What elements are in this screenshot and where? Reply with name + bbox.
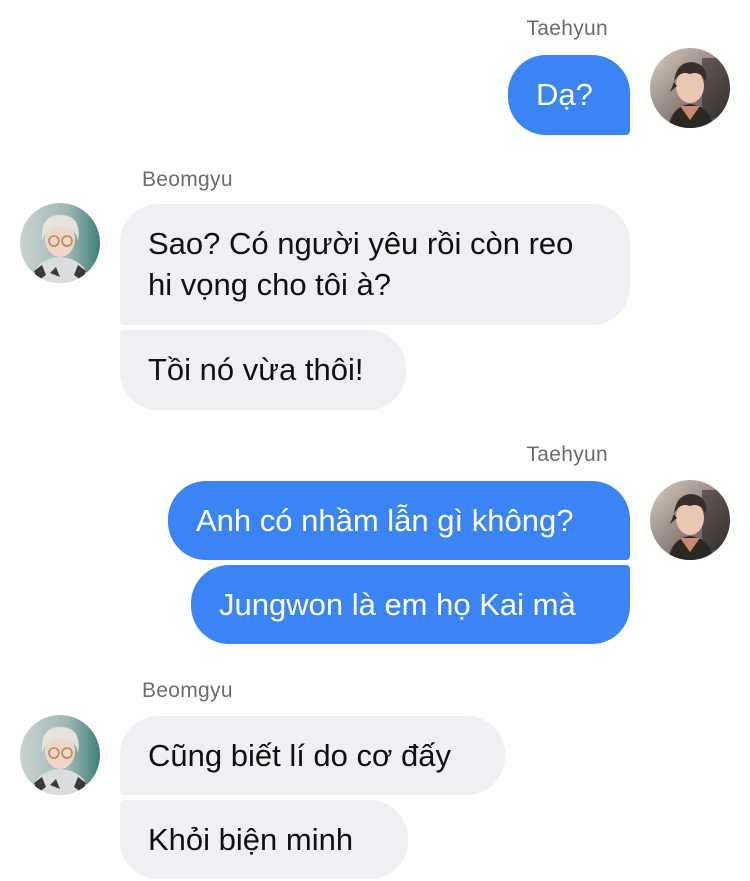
taehyun-avatar-icon[interactable] (650, 480, 730, 560)
message-bubble-sent[interactable]: Dạ? (508, 55, 630, 135)
sender-name: Beomgyu (142, 679, 233, 702)
message-bubble-received[interactable]: Cũng biết lí do cơ đấy (120, 716, 505, 795)
beomgyu-avatar-icon[interactable] (20, 203, 100, 283)
message-bubble-received[interactable]: Tồi nó vừa thôi! (120, 330, 406, 410)
message-bubble-sent[interactable]: Anh có nhầm lẫn gì không? (168, 481, 630, 560)
message-bubble-received[interactable]: Khỏi biện minh (120, 800, 408, 879)
sender-name: Taehyun (526, 17, 608, 40)
message-bubble-sent[interactable]: Jungwon là em họ Kai mà (191, 565, 630, 644)
taehyun-avatar-icon[interactable] (650, 48, 730, 128)
sender-name: Beomgyu (142, 168, 233, 191)
message-bubble-received[interactable]: Sao? Có người yêu rồi còn reo hi vọng ch… (120, 204, 630, 325)
beomgyu-avatar-icon[interactable] (20, 715, 100, 795)
sender-name: Taehyun (526, 443, 608, 466)
